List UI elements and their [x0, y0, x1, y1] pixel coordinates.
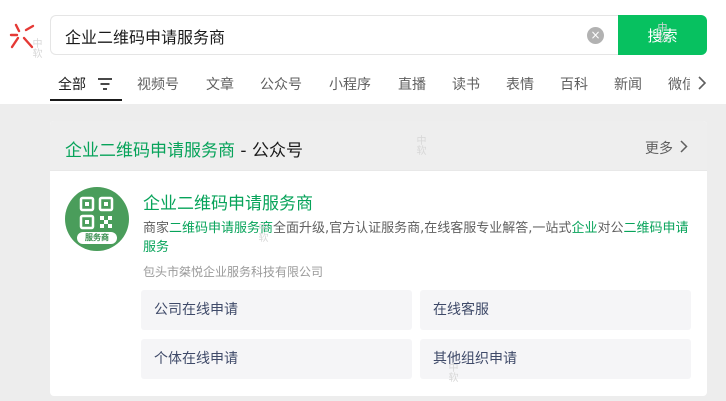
- account-company: 包头市桀悦企业服务科技有限公司: [143, 265, 324, 279]
- tab-stickers[interactable]: 表情: [506, 74, 534, 94]
- chevron-right-icon[interactable]: [680, 140, 688, 153]
- desc-text: 对公: [597, 221, 624, 236]
- desc-highlight: 企业: [571, 221, 598, 236]
- account-name[interactable]: 企业二维码申请服务商: [143, 189, 313, 214]
- watermark: 中软: [446, 362, 457, 382]
- filter-icon[interactable]: [98, 78, 112, 90]
- watermark: 中软: [414, 135, 425, 155]
- search-box: ×: [50, 15, 618, 55]
- service-online-support-button[interactable]: 在线客服: [420, 290, 691, 330]
- header: × 搜索 全部 视频号 文章 公众号 小程序 直播 读书 表情 百科 新闻 微信: [0, 0, 726, 104]
- more-link[interactable]: 更多: [645, 138, 673, 158]
- official-account-card: 企业二维码申请服务商 - 公众号 更多 服务商 企业二维码申请服务商 商家二维码…: [50, 121, 707, 396]
- watermark: 中软: [655, 22, 666, 42]
- tab-official-accounts[interactable]: 公众号: [260, 74, 302, 94]
- tab-encyclopedia[interactable]: 百科: [560, 74, 588, 94]
- search-tabs: 全部 视频号 文章 公众号 小程序 直播 读书 表情 百科 新闻 微信: [50, 62, 710, 102]
- tab-channels[interactable]: 视频号: [137, 74, 179, 94]
- watermark: 中软: [30, 38, 41, 58]
- service-company-apply-button[interactable]: 公司在线申请: [141, 290, 412, 330]
- search-input[interactable]: [65, 23, 565, 49]
- clear-search-button[interactable]: ×: [587, 27, 604, 44]
- account-description: 商家二维码申请服务商全面升级,官方认证服务商,在线客服专业解答,一站式企业对公二…: [143, 219, 693, 257]
- card-title-suffix: - 公众号: [235, 141, 303, 161]
- tab-live[interactable]: 直播: [398, 74, 426, 94]
- card-title[interactable]: 企业二维码申请服务商 - 公众号: [65, 136, 303, 161]
- active-tab-indicator: [50, 99, 122, 101]
- avatar-label: 服务商: [85, 233, 109, 242]
- close-icon: ×: [590, 28, 601, 42]
- tab-all[interactable]: 全部: [58, 74, 86, 94]
- desc-text: 商家: [143, 221, 170, 236]
- tab-books[interactable]: 读书: [452, 74, 480, 94]
- chevron-right-icon: [698, 76, 707, 90]
- service-individual-apply-button[interactable]: 个体在线申请: [141, 339, 412, 379]
- card-header: 企业二维码申请服务商 - 公众号 更多: [50, 121, 707, 171]
- card-title-keyword: 企业二维码申请服务商: [65, 141, 235, 161]
- tab-mini-programs[interactable]: 小程序: [329, 74, 371, 94]
- service-other-org-apply-button[interactable]: 其他组织申请: [420, 339, 691, 379]
- tab-articles[interactable]: 文章: [206, 74, 234, 94]
- desc-text: 全面升级,官方认证服务商,在线客服专业解答,一站式: [273, 221, 572, 236]
- tabs-scroll-right[interactable]: [690, 70, 714, 96]
- avatar[interactable]: 服务商: [65, 187, 129, 251]
- watermark: 中软: [256, 222, 267, 242]
- tab-news[interactable]: 新闻: [614, 74, 642, 94]
